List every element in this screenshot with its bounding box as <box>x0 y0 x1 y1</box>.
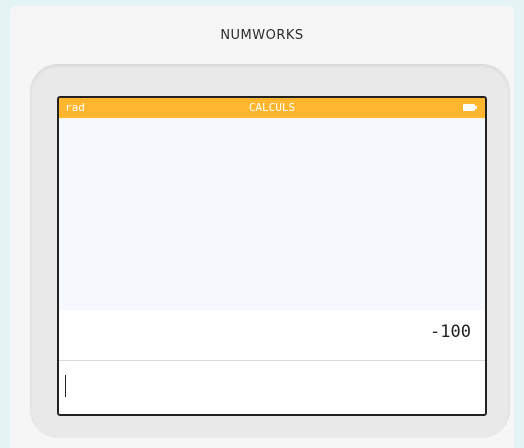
calculator-screen: rad CALCULS -100 <box>57 96 487 416</box>
app-title: CALCULS <box>248 101 296 114</box>
expression-input[interactable] <box>59 361 485 414</box>
result-value: -100 <box>430 322 471 342</box>
calculator-device: NUMWORKS rad CALCULS -100 <box>10 6 514 448</box>
brand-label: NUMWORKS <box>220 28 304 43</box>
battery-icon <box>463 104 477 111</box>
status-bar: rad CALCULS <box>59 98 485 118</box>
history-result-row[interactable]: -100 <box>59 310 485 361</box>
text-cursor <box>65 375 66 397</box>
screen-bezel: rad CALCULS -100 <box>30 64 510 438</box>
calculation-history[interactable] <box>59 118 485 310</box>
